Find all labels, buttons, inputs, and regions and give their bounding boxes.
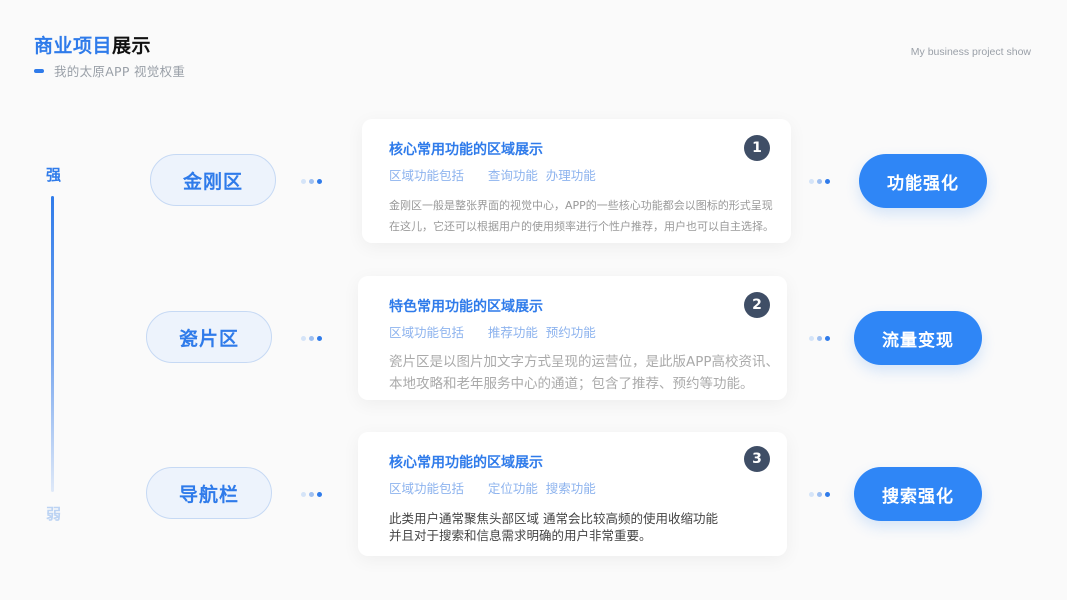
right-pill-search-enhance[interactable]: 搜索强化	[854, 467, 982, 521]
weight-gradient-axis	[51, 196, 54, 492]
card-tags: 区域功能包括 查询功能 办理功能	[389, 168, 596, 183]
step-number-badge: 3	[744, 446, 770, 472]
card-description-line: 并且对于搜索和信息需求明确的用户非常重要。	[389, 528, 652, 543]
dots-connector-right-1	[809, 179, 833, 184]
card-tags: 区域功能包括 推荐功能 预约功能	[389, 325, 596, 340]
subtitle-row: 我的太原APP 视觉权重	[34, 61, 185, 80]
card-description-line: 此类用户通常聚焦头部区域 通常会比较高频的使用收缩功能	[389, 511, 718, 526]
step-number-badge: 2	[744, 292, 770, 318]
card-description-line: 在这儿，它还可以根据用户的使用频率进行个性户推荐，用户也可以自主选择。	[389, 220, 774, 233]
subtitle-accent-bar	[34, 68, 44, 73]
card-description: 金刚区一般是整张界面的视觉中心，APP的一些核心功能都会以图标的形式呈现 在这儿…	[389, 195, 774, 237]
card-title: 核心常用功能的区域展示	[389, 142, 543, 158]
right-pill-traffic-monetize[interactable]: 流量变现	[854, 311, 982, 365]
dots-connector-right-3	[809, 492, 833, 497]
dots-connector-left-2	[301, 336, 325, 341]
page-title-highlight: 商业项目	[34, 35, 113, 57]
feature-card-1: 核心常用功能的区域展示 区域功能包括 查询功能 办理功能 金刚区一般是整张界面的…	[362, 119, 791, 243]
card-description: 此类用户通常聚焦头部区域 通常会比较高频的使用收缩功能 并且对于搜索和信息需求明…	[389, 510, 718, 544]
step-number-badge: 1	[744, 135, 770, 161]
page-subtitle: 我的太原APP 视觉权重	[54, 64, 186, 79]
feature-card-3: 核心常用功能的区域展示 区域功能包括 定位功能 搜索功能 此类用户通常聚焦头部区…	[358, 432, 787, 556]
english-caption: My business project show	[910, 46, 1031, 58]
page-title: 商业项目展示	[34, 31, 151, 58]
card-description-line: 本地攻略和老年服务中心的通道；包含了推荐、预约等功能。	[389, 376, 754, 392]
page-title-rest: 展示	[112, 35, 152, 57]
dots-connector-right-2	[809, 336, 833, 341]
left-pill-cipianqu[interactable]: 瓷片区	[146, 311, 272, 363]
left-pill-daohanglan[interactable]: 导航栏	[146, 467, 272, 519]
left-pill-jingangqu[interactable]: 金刚区	[150, 154, 276, 206]
card-title: 特色常用功能的区域展示	[389, 299, 543, 315]
dots-connector-left-3	[301, 492, 325, 497]
axis-strong-label: 强	[46, 166, 62, 184]
card-title: 核心常用功能的区域展示	[389, 455, 543, 471]
axis-weak-label: 弱	[46, 505, 62, 523]
right-pill-function-enhance[interactable]: 功能强化	[859, 154, 987, 208]
feature-card-2: 特色常用功能的区域展示 区域功能包括 推荐功能 预约功能 瓷片区是以图片加文字方…	[358, 276, 787, 400]
card-description: 瓷片区是以图片加文字方式呈现的运营位，是此版APP高校资讯、 本地攻略和老年服务…	[389, 351, 779, 395]
card-description-line: 金刚区一般是整张界面的视觉中心，APP的一些核心功能都会以图标的形式呈现	[389, 199, 773, 212]
dots-connector-left-1	[301, 179, 325, 184]
card-tags: 区域功能包括 定位功能 搜索功能	[389, 481, 596, 496]
card-description-line: 瓷片区是以图片加文字方式呈现的运营位，是此版APP高校资讯、	[389, 354, 780, 370]
